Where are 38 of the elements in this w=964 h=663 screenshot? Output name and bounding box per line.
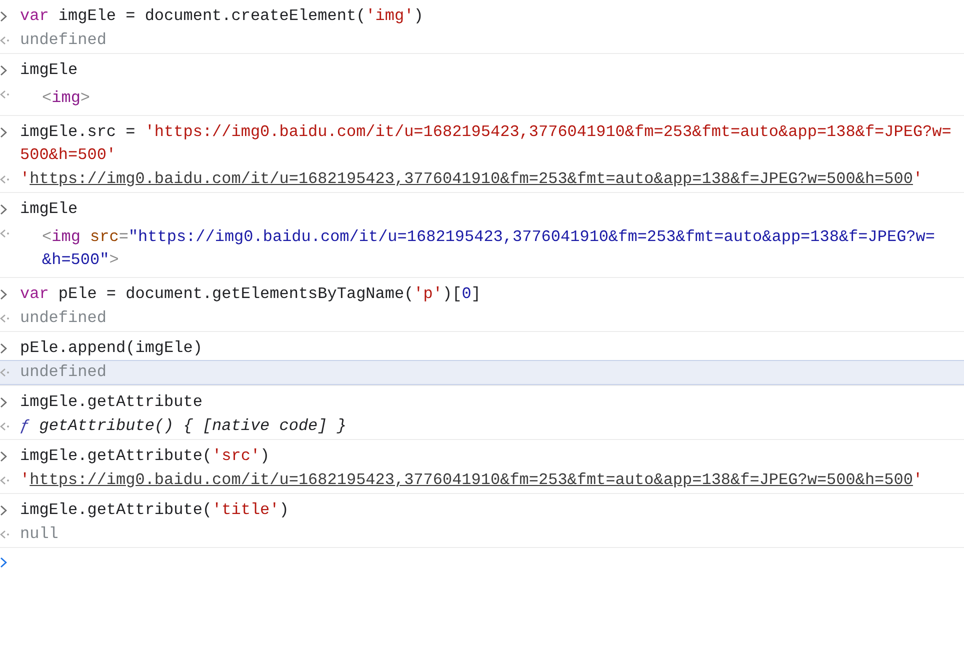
console-result-line: undefined [20,362,108,383]
console-result-line: ƒ getAttribute() { [native code] } [20,416,348,437]
console-input-line: var imgEle = document.createElement('img') [20,6,424,27]
console-input-line: imgEle.getAttribute('src') [20,446,271,467]
element-output-line: <img src="https://img0.baidu.com/it/u=1682195423,3776041910&fm=253&fmt=auto&app=138&f=JPEG?w= [42,227,936,248]
return-arrow-icon [0,422,10,431]
chevron-icon [0,505,7,516]
return-arrow-icon [0,476,10,485]
return-arrow-icon [0,314,10,323]
prompt-chevron-icon [0,556,7,568]
return-arrow-icon [0,175,10,184]
chevron-icon [0,451,7,462]
chevron-icon [0,343,7,354]
chevron-icon [0,127,7,138]
console-input-line: imgEle.src = 'https://img0.baidu.com/it/u=1682195423,3776041910&fm=253&fmt=auto&app=138&f=JPEG?w=500&h=500' [20,122,952,166]
return-arrow-icon [0,36,10,45]
element-output-line: <img> [42,88,92,109]
chevron-icon [0,204,7,215]
chevron-icon [0,11,7,22]
console-result-line: 'https://img0.baidu.com/it/u=1682195423,3776041910&fm=253&fmt=auto&app=138&f=JPEG?w=500&h=500' [20,470,924,491]
console-input-line: imgEle.getAttribute [20,392,204,413]
console-input-line: imgEle.getAttribute('title') [20,500,290,521]
console-result-line: undefined [20,308,108,329]
chevron-icon [0,65,7,76]
return-arrow-icon [0,530,10,539]
chevron-icon [0,289,7,300]
console-input-line: imgEle [20,199,79,220]
console-result-line: null [20,524,60,545]
return-arrow-icon [0,90,10,99]
console-result-line: undefined [20,30,108,51]
console-input-line: var pEle = document.getElementsByTagName('p')[0] [20,284,482,305]
element-output-line: &h=500"> [42,250,120,271]
return-arrow-icon [0,229,10,238]
console-result-line: 'https://img0.baidu.com/it/u=1682195423,3776041910&fm=253&fmt=auto&app=138&f=JPEG?w=500&h=500' [20,169,924,190]
console-input-line: pEle.append(imgEle) [20,338,204,359]
chevron-icon [0,397,7,408]
console-input-line: imgEle [20,60,79,81]
return-arrow-icon [0,368,10,377]
